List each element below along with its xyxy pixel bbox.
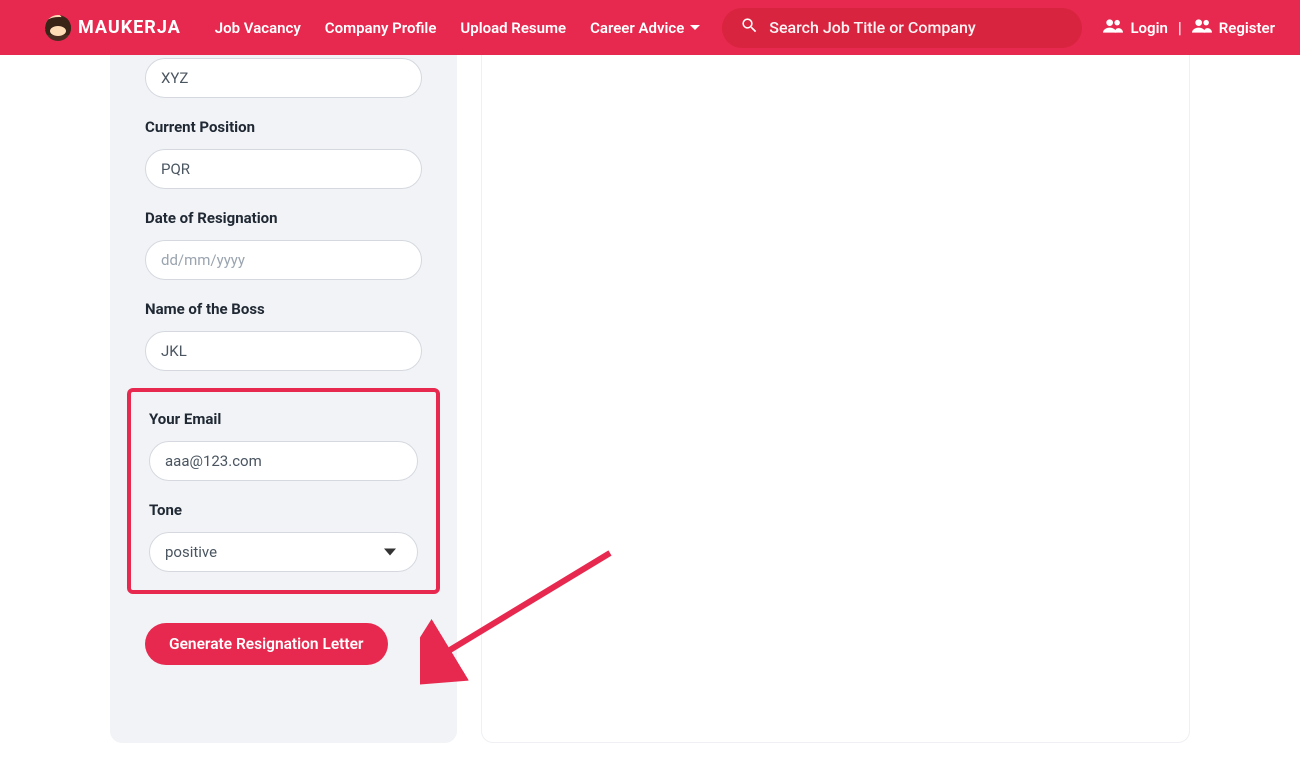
people-icon (1103, 17, 1123, 39)
field-tone: Tone (131, 481, 436, 572)
chevron-down-icon (690, 25, 700, 30)
date-input[interactable] (145, 240, 422, 280)
main-content: Current Position Date of Resignation Nam… (0, 55, 1300, 743)
email-input[interactable] (149, 441, 418, 481)
form-panel: Current Position Date of Resignation Nam… (110, 55, 457, 743)
nav-company-profile[interactable]: Company Profile (313, 19, 449, 37)
nav-upload-resume[interactable]: Upload Resume (448, 19, 578, 37)
current-position-label: Current Position (145, 118, 422, 136)
output-panel (481, 55, 1190, 743)
header-auth: Login | Register (1103, 17, 1275, 39)
search-icon (740, 16, 759, 39)
register-link[interactable]: Register (1192, 17, 1275, 39)
main-nav: Job Vacancy Company Profile Upload Resum… (203, 19, 712, 37)
login-link[interactable]: Login (1103, 17, 1167, 39)
field-current-position: Current Position (127, 98, 440, 189)
search-box[interactable] (722, 8, 1082, 48)
top-header: MAUKERJA Job Vacancy Company Profile Upl… (0, 0, 1300, 55)
boss-input[interactable] (145, 331, 422, 371)
auth-divider: | (1178, 18, 1182, 37)
tone-select[interactable] (149, 532, 418, 572)
search-input[interactable] (769, 18, 1064, 37)
email-label: Your Email (149, 410, 418, 428)
nav-career-advice[interactable]: Career Advice (578, 19, 712, 37)
logo-avatar-icon (45, 15, 71, 41)
field-boss-name: Name of the Boss (127, 280, 440, 371)
tone-label: Tone (149, 501, 418, 519)
brand-name: MAUKERJA (78, 17, 181, 38)
field-date-of-resignation: Date of Resignation (127, 189, 440, 280)
boss-label: Name of the Boss (145, 300, 422, 318)
people-icon (1192, 17, 1212, 39)
highlighted-fields: Your Email Tone (127, 388, 440, 594)
current-position-input[interactable] (145, 149, 422, 189)
nav-job-vacancy[interactable]: Job Vacancy (203, 19, 313, 37)
brand-logo[interactable]: MAUKERJA (45, 15, 181, 41)
date-label: Date of Resignation (145, 209, 422, 227)
field-company (127, 55, 440, 98)
field-your-email: Your Email (131, 398, 436, 481)
company-input[interactable] (145, 58, 422, 98)
generate-button[interactable]: Generate Resignation Letter (145, 623, 388, 665)
